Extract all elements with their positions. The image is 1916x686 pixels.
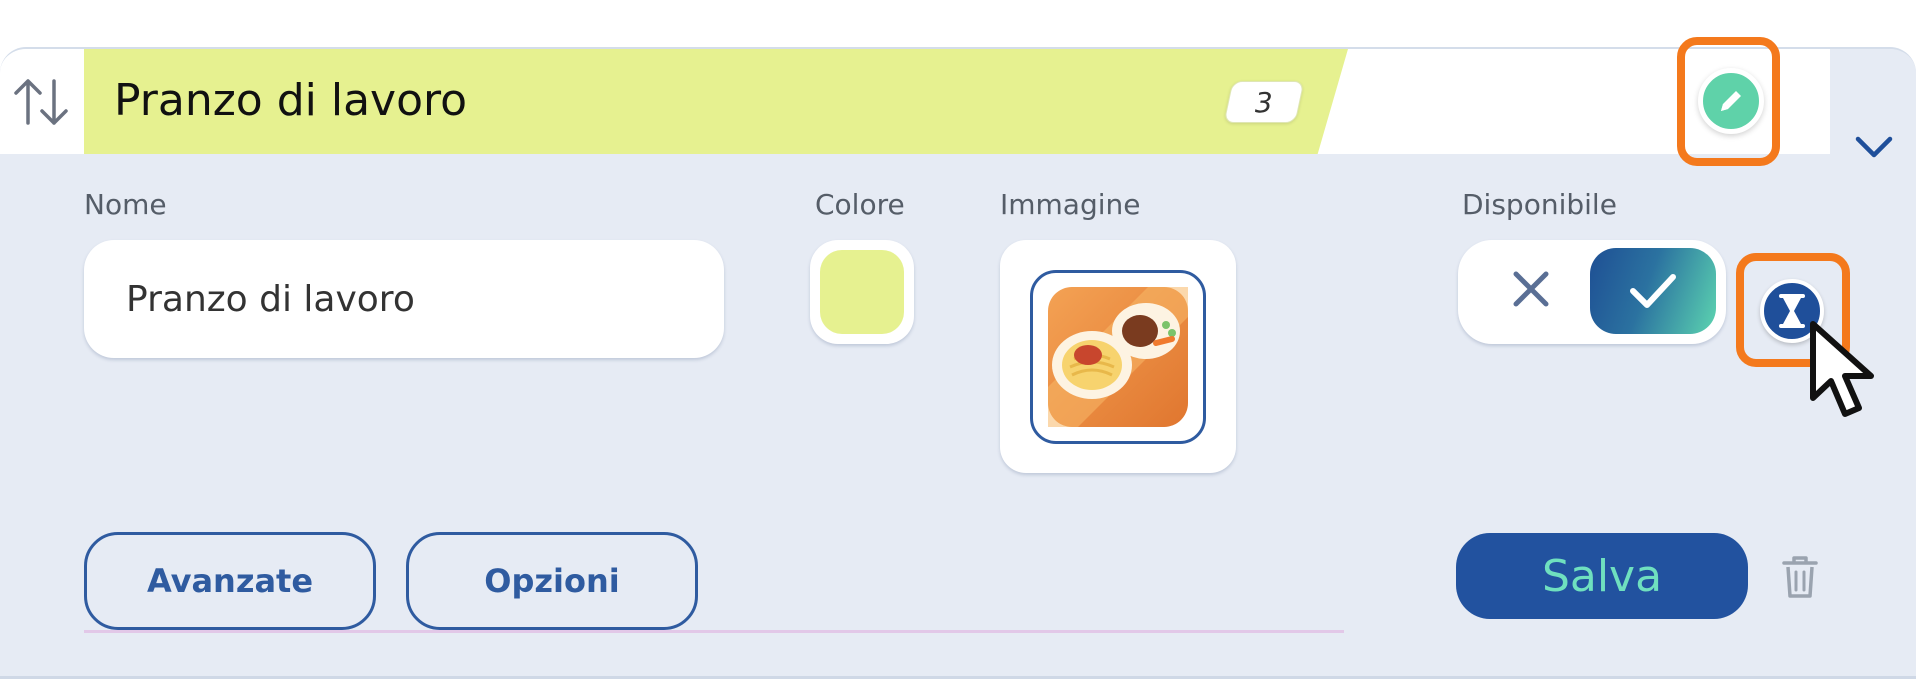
- options-button[interactable]: Opzioni: [406, 532, 698, 630]
- color-swatch: [820, 250, 904, 334]
- save-button[interactable]: Salva: [1456, 533, 1748, 619]
- trash-icon[interactable]: [1780, 554, 1820, 600]
- image-label: Immagine: [1000, 188, 1141, 221]
- mouse-cursor-icon: [1810, 321, 1874, 417]
- advanced-button[interactable]: Avanzate: [84, 532, 376, 630]
- check-icon: [1630, 274, 1676, 308]
- item-count-badge: 3: [1223, 81, 1305, 123]
- divider: [84, 630, 1344, 633]
- toggle-on-state[interactable]: [1590, 248, 1716, 334]
- availability-toggle[interactable]: [1458, 240, 1726, 344]
- food-plates-image: [1048, 287, 1188, 427]
- chevron-down-icon[interactable]: [1854, 133, 1894, 161]
- sort-arrows-icon[interactable]: [10, 69, 74, 133]
- name-input[interactable]: [84, 240, 724, 358]
- image-picker[interactable]: [1000, 240, 1236, 473]
- available-label: Disponibile: [1462, 188, 1617, 221]
- color-label: Colore: [815, 188, 905, 221]
- close-icon[interactable]: [1508, 266, 1554, 312]
- edit-button[interactable]: [1698, 68, 1764, 134]
- card-title: Pranzo di lavoro: [114, 75, 468, 126]
- image-frame: [1030, 270, 1206, 444]
- name-label: Nome: [84, 188, 167, 221]
- pencil-icon: [1721, 91, 1741, 111]
- color-picker[interactable]: [810, 240, 914, 344]
